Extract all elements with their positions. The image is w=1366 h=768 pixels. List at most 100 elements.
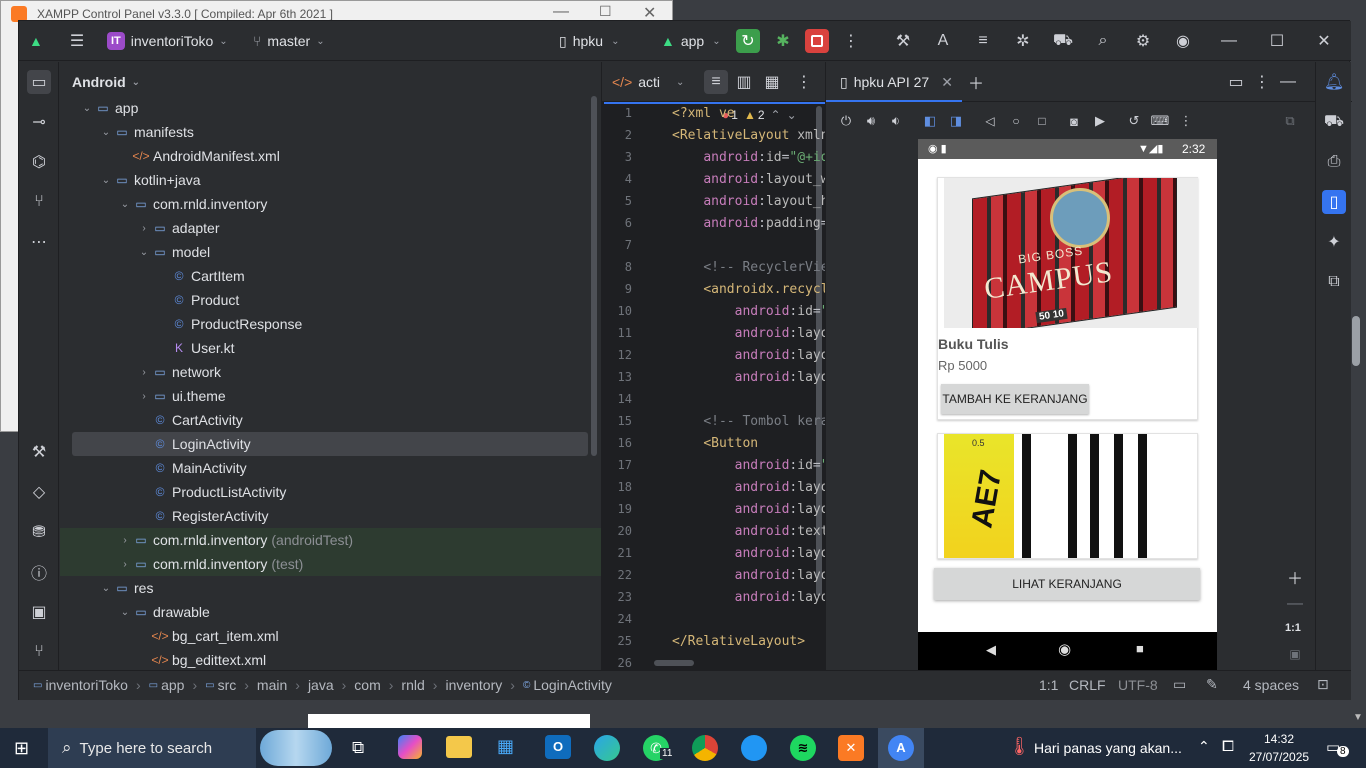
horizontal-scrollbar[interactable] — [654, 660, 694, 666]
tree-item[interactable]: ⌄ ▭ res — [72, 576, 588, 600]
breadcrumb-item[interactable]: LoginActivity — [533, 677, 612, 693]
add-to-cart-button[interactable]: TAMBAH KE KERANJANG — [941, 384, 1089, 414]
device-manager-icon[interactable]: ⛟ — [1051, 29, 1075, 53]
close-icon[interactable]: ✕ — [1312, 29, 1336, 53]
tree-item[interactable]: › ▭ adapter — [72, 216, 588, 240]
tree-item[interactable]: ⌄ ▭ drawable — [72, 600, 588, 624]
commit-icon[interactable]: ⊸ — [27, 110, 51, 134]
code-line[interactable]: android:layout — [672, 480, 845, 495]
overview-icon[interactable]: ■ — [1136, 641, 1144, 656]
code-line[interactable]: </RelativeLayout> — [672, 634, 805, 649]
external-icon[interactable]: ⧉ — [1278, 109, 1302, 133]
code-line[interactable]: android:layout — [672, 502, 845, 517]
code-line[interactable]: android:text=" — [672, 524, 845, 539]
tree-item[interactable]: </> bg_cart_item.xml — [72, 624, 588, 648]
account-icon[interactable]: ◉ — [1171, 29, 1195, 53]
device-tab[interactable]: ▯ hpku API 27 ✕ — [840, 70, 953, 94]
chevron-down-icon[interactable]: ⌄ — [787, 108, 797, 122]
caret-position[interactable]: 1:1 — [1039, 677, 1058, 693]
tree-item[interactable]: </> bg_edittext.xml — [72, 648, 588, 672]
debug-icon[interactable]: ✱ — [771, 29, 795, 53]
hide-icon[interactable]: — — [1276, 70, 1300, 94]
xampp-icon[interactable]: ✕ — [838, 735, 864, 761]
more-vertical-icon[interactable]: ⋮ — [792, 70, 816, 94]
device-screen[interactable]: ◉ ▮ ▼◢▮ 2:32 BIG BOSS CAMPUS 50 10 Buku … — [918, 139, 1217, 670]
line-separator[interactable]: CRLF — [1069, 677, 1106, 693]
lock-icon[interactable]: ⊡ — [1317, 676, 1329, 693]
task-view-icon[interactable]: ⧉ — [352, 738, 364, 758]
code-line[interactable]: android:layout — [672, 326, 845, 341]
code-line[interactable]: <?xml ve — [672, 106, 735, 121]
snapshot-icon[interactable]: ↺ — [1122, 109, 1146, 133]
indent-setting[interactable]: 4 spaces — [1243, 677, 1299, 693]
taskbar-search[interactable]: ⌕ Type here to search — [48, 728, 256, 768]
project-view-selector[interactable]: Android ⌄ — [72, 74, 140, 90]
chevron-right-icon[interactable]: › — [118, 559, 132, 570]
zoom-level[interactable]: 1:1 — [1285, 622, 1301, 634]
code-line[interactable]: <!-- RecyclerView — [672, 260, 836, 275]
running-devices-icon[interactable]: ▯ — [1322, 190, 1346, 214]
rotate-right-icon[interactable]: ◨ — [944, 109, 968, 133]
tree-item[interactable]: </> AndroidManifest.xml — [72, 144, 588, 168]
breadcrumb-item[interactable]: src — [218, 677, 237, 693]
maximize-icon[interactable]: ☐ — [599, 3, 612, 20]
git-icon[interactable]: ⑂ — [27, 640, 51, 664]
device-manager-icon[interactable]: ⛟ — [1322, 110, 1346, 134]
gem-icon[interactable]: ◇ — [27, 480, 51, 504]
edge-icon[interactable] — [594, 735, 620, 761]
window-icon[interactable]: ▭ — [1224, 70, 1248, 94]
close-icon[interactable]: ✕ — [941, 74, 953, 91]
branch-selector[interactable]: ⑂ master ⌄ — [253, 29, 325, 53]
tree-scrollbar[interactable] — [591, 96, 597, 456]
minimize-icon[interactable]: — — [553, 3, 569, 21]
tree-item[interactable]: ⌄ ▭ app — [72, 96, 588, 120]
chevron-right-icon[interactable]: › — [118, 535, 132, 546]
gemini-icon[interactable]: ✦ — [1322, 230, 1346, 254]
code-line[interactable]: android:layout — [672, 348, 845, 363]
clock-date[interactable]: 27/07/2025 — [1249, 750, 1309, 764]
zoom-in-icon[interactable]: ＋ — [1283, 565, 1307, 589]
camera-icon[interactable]: ◙ — [1062, 109, 1086, 133]
home-icon[interactable]: ○ — [1004, 109, 1028, 133]
breadcrumb-item[interactable]: app — [161, 677, 184, 693]
chrome-icon[interactable] — [692, 735, 718, 761]
rerun-icon[interactable]: ↻ — [736, 29, 760, 53]
more-vertical-icon[interactable]: ⋮ — [1174, 109, 1198, 133]
sync-icon[interactable]: ≡ — [971, 29, 995, 53]
breadcrumb-item[interactable]: rnld — [401, 677, 424, 693]
chevron-down-icon[interactable]: ⌄ — [99, 175, 113, 186]
maximize-icon[interactable]: ☐ — [1265, 29, 1289, 53]
code-line[interactable]: android:padding="1 — [672, 216, 844, 231]
rotate-left-icon[interactable]: ◧ — [918, 109, 942, 133]
tree-item[interactable]: © ProductResponse — [72, 312, 588, 336]
editor-tab[interactable]: </> acti ⌄ — [612, 70, 684, 94]
android-studio-icon[interactable]: A — [888, 735, 914, 761]
vscode-icon[interactable] — [741, 735, 767, 761]
chevron-down-icon[interactable]: ⌄ — [99, 127, 113, 138]
code-line[interactable]: android:layout_wid — [672, 172, 844, 187]
chevron-right-icon[interactable]: › — [137, 391, 151, 402]
breadcrumb-item[interactable]: inventory — [445, 677, 502, 693]
code-line[interactable]: <Button — [672, 436, 758, 451]
tree-item[interactable]: ⌄ ▭ manifests — [72, 120, 588, 144]
tree-item[interactable]: › ▭ com.rnld.inventory (androidTest) — [60, 528, 601, 552]
view-cart-button[interactable]: LIHAT KERANJANG — [934, 568, 1200, 600]
tree-item[interactable]: © MainActivity — [72, 456, 588, 480]
home-icon[interactable]: ◉ — [1058, 640, 1071, 658]
more-vertical-icon[interactable]: ⋮ — [1250, 70, 1274, 94]
scroll-down-icon[interactable]: ▼ — [1353, 712, 1363, 723]
windows-start-icon[interactable]: ⊞ — [14, 738, 29, 759]
breadcrumb-item[interactable]: com — [354, 677, 380, 693]
tree-item[interactable]: ⌄ ▭ com.rnld.inventory — [72, 192, 588, 216]
minimize-icon[interactable]: — — [1217, 29, 1241, 53]
power-icon[interactable]: ⏻ — [834, 109, 858, 133]
zoom-out-icon[interactable]: — — [1283, 592, 1307, 616]
structure-icon[interactable]: ⌬ — [27, 150, 51, 174]
pull-request-icon[interactable]: ⑂ — [27, 190, 51, 214]
design-view-icon[interactable]: ▦ — [760, 70, 784, 94]
code-line[interactable]: android:id="@+ — [672, 304, 845, 319]
record-icon[interactable]: ▶ — [1088, 109, 1112, 133]
code-line[interactable]: <!-- Tombol keran — [672, 414, 836, 429]
page-scrollbar[interactable] — [1352, 316, 1360, 366]
readonly-icon[interactable]: ▭ — [1173, 676, 1186, 693]
